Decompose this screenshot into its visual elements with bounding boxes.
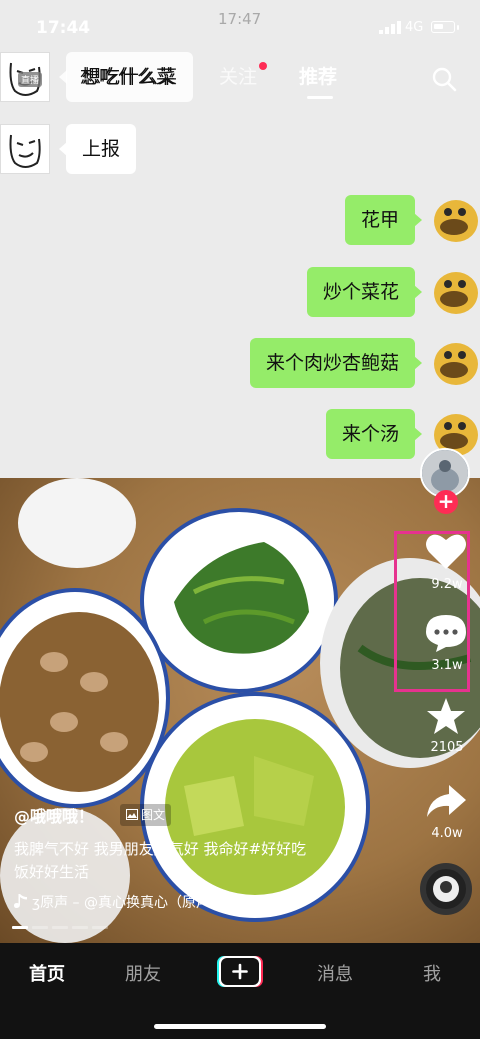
nav-home[interactable]: 首页 [29, 960, 65, 986]
notification-dot [259, 62, 267, 70]
bubble-text: 来个肉炒杏鲍菇 [265, 352, 399, 374]
share-icon[interactable] [424, 781, 468, 821]
status-time: 17:44 [36, 18, 91, 38]
create-post-button[interactable] [217, 956, 263, 987]
top-tabs: 想吃什么菜 关注 推荐 [0, 62, 480, 99]
bubble-text: 炒个菜花 [322, 281, 399, 303]
duck-avatar [430, 338, 480, 388]
bottom-nav: 首页 朋友 消息 我 [0, 943, 480, 1039]
image-progress-segments [12, 926, 468, 929]
active-tab-underline [307, 96, 333, 99]
nav-me[interactable]: 我 [423, 960, 441, 986]
tab-recommended[interactable]: 推荐 [299, 62, 337, 89]
bubble-text: 花甲 [360, 209, 399, 231]
chat-bubble-right: 来个肉炒杏鲍菇 [249, 338, 422, 388]
share-count: 4.0w [431, 826, 463, 841]
rice-bowl [18, 478, 136, 568]
caption-text[interactable]: 我脾气不好 我男朋友脾气好 我命好#好好吃 饭好好生活 [14, 838, 354, 884]
nav-friends[interactable]: 朋友 [125, 960, 161, 986]
follow-button[interactable]: + [434, 490, 458, 514]
post-type-badge: 图文 [120, 804, 172, 826]
search-icon[interactable] [431, 66, 457, 92]
music-note-icon [14, 894, 27, 908]
bubble-text: 来个汤 [341, 423, 399, 445]
battery-icon [431, 21, 455, 33]
live-badge[interactable]: 直播 [18, 72, 43, 87]
bubble-text: 上报 [82, 138, 121, 160]
tab-following[interactable]: 关注 [219, 62, 257, 89]
plate-greens [140, 508, 338, 693]
status-bar: 17:44 17:47 4G [0, 0, 480, 50]
tab-what-to-eat[interactable]: 想吃什么菜 [80, 62, 175, 89]
network-label: 4G [405, 20, 424, 35]
caption-line: 饭好好生活 [14, 863, 90, 881]
heart-icon[interactable] [424, 531, 468, 571]
music-info[interactable]: ʒ原声 – @真心换真心（原声 [14, 892, 210, 912]
comment-count: 3.1w [431, 658, 463, 673]
image-icon [126, 809, 138, 820]
favorite-count: 2105 [430, 740, 464, 755]
chat-bubble-right: 炒个菜花 [306, 267, 422, 317]
music-disc-icon[interactable] [420, 863, 472, 915]
duck-avatar [430, 267, 480, 317]
battery-tip [457, 25, 459, 30]
chat-bubble-right: 来个汤 [325, 409, 422, 459]
star-icon[interactable] [424, 696, 468, 736]
music-title: ʒ原声 – @真心换真心（原声 [32, 895, 210, 911]
caption-line: 我脾气不好 我男朋友脾气好 我命好#好好吃 [14, 840, 307, 858]
status-time-watermark: 17:47 [218, 10, 262, 28]
duck-avatar [430, 195, 480, 245]
post-type-label: 图文 [141, 808, 166, 822]
sender-avatar [0, 124, 50, 174]
comment-icon[interactable] [424, 613, 468, 653]
author-username[interactable]: @哦哦哦！ [14, 803, 94, 827]
nav-messages[interactable]: 消息 [317, 960, 353, 986]
like-count: 9.2w [431, 577, 463, 592]
home-indicator [154, 1024, 326, 1029]
signal-icon [379, 21, 401, 34]
chat-bubble-right: 花甲 [344, 195, 422, 245]
chat-bubble-left: 上报 [59, 124, 137, 174]
